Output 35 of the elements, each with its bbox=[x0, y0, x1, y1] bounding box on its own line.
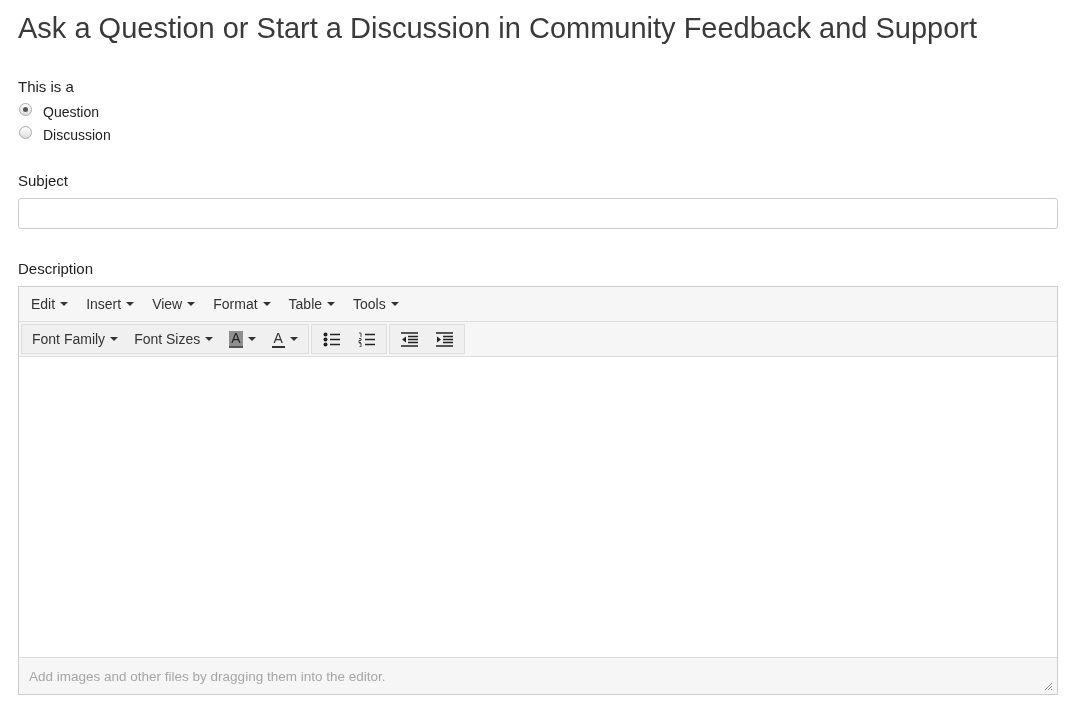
caret-icon bbox=[327, 302, 336, 306]
caret-icon bbox=[247, 337, 256, 341]
menu-button[interactable]: Tools bbox=[345, 292, 407, 316]
caret-icon bbox=[187, 302, 196, 306]
menu-button[interactable]: Insert bbox=[78, 292, 143, 316]
bullet-list-icon bbox=[322, 331, 340, 347]
radio-button[interactable] bbox=[19, 103, 32, 116]
caret-icon bbox=[60, 302, 69, 306]
page-title: Ask a Question or Start a Discussion in Community Feedback and Support bbox=[18, 11, 979, 46]
menu-button[interactable]: Table bbox=[280, 292, 344, 316]
caret-icon bbox=[110, 337, 119, 341]
dropdown-button[interactable]: Font Family bbox=[24, 325, 127, 353]
background-color-button[interactable]: A bbox=[221, 325, 264, 353]
status-text: Add images and other files by dragging them into the editor. bbox=[29, 668, 386, 684]
menu-button[interactable]: View bbox=[144, 292, 204, 316]
caret-icon bbox=[262, 302, 271, 306]
text-color-button[interactable]: A bbox=[263, 325, 306, 353]
caret-icon bbox=[126, 302, 135, 306]
indent-icon bbox=[435, 331, 453, 347]
field-label: Subject bbox=[18, 172, 70, 190]
field-label: Description bbox=[18, 260, 95, 278]
menu-button[interactable]: Edit bbox=[23, 292, 77, 316]
menu-button[interactable]: Format bbox=[205, 292, 279, 316]
caret-icon bbox=[390, 302, 399, 306]
caret-icon bbox=[205, 337, 214, 341]
radio-button[interactable] bbox=[19, 126, 32, 139]
field-label: This is a bbox=[18, 78, 75, 96]
subject-field[interactable] bbox=[18, 198, 1058, 229]
radio-label[interactable]: Discussion bbox=[43, 126, 111, 143]
numbered-list-icon bbox=[357, 331, 375, 347]
resize-handle-icon[interactable] bbox=[1044, 682, 1053, 691]
outdent-icon bbox=[400, 331, 418, 347]
radio-label[interactable]: Question bbox=[43, 103, 100, 120]
dropdown-button[interactable]: Font Sizes bbox=[126, 325, 222, 353]
caret-icon bbox=[289, 337, 298, 341]
